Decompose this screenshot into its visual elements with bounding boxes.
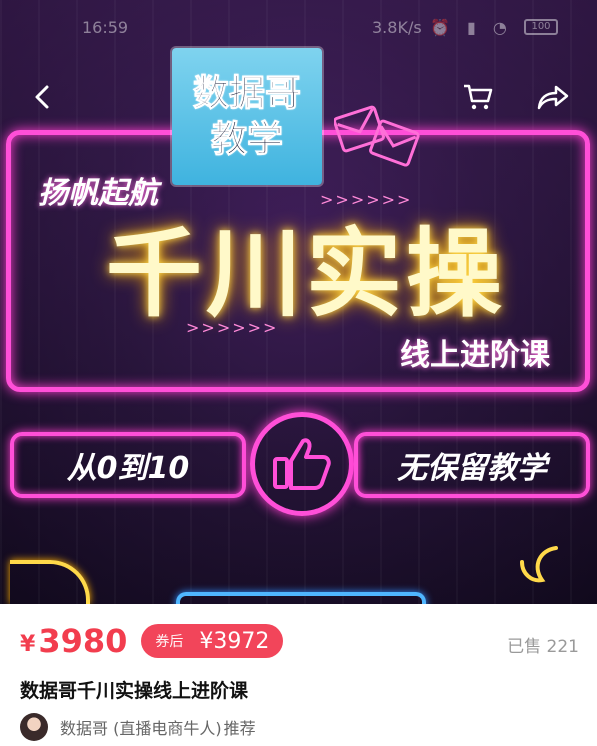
status-network-speed: 3.8K/s — [372, 18, 422, 37]
brand-logo: 数据哥 教学 — [172, 48, 322, 185]
status-bar: 16:59 3.8K/s ⏰ ▮ ◔ 100 — [0, 14, 597, 42]
logo-line-2: 教学 — [210, 118, 283, 160]
price-row: ¥ 3980 券后 ¥3972 — [20, 620, 284, 662]
battery-icon: 100 — [524, 19, 558, 35]
product-banner[interactable]: 16:59 3.8K/s ⏰ ▮ ◔ 100 数据哥 教学 扬帆起航 >>>>>… — [0, 0, 597, 604]
status-time: 16:59 — [82, 18, 129, 37]
thumbs-up-icon — [273, 438, 331, 490]
sold-count: 已售 221 — [507, 637, 579, 657]
logo-line-1: 数据哥 — [192, 72, 301, 114]
coupon-label: 券后 — [155, 634, 184, 650]
banner-pill-right: 无保留教学 — [354, 432, 590, 498]
cart-button[interactable] — [455, 74, 501, 120]
moon-icon — [520, 546, 558, 583]
back-button[interactable] — [20, 74, 66, 120]
banner-pill-left: 从0到10 — [10, 432, 246, 498]
recommender-row[interactable]: 数据哥 (直播电商牛人) 推荐 — [20, 712, 256, 742]
share-icon — [537, 85, 569, 110]
recommend-suffix: 推荐 — [223, 719, 256, 738]
banner-subtitle: 线上进阶课 — [400, 338, 550, 373]
avatar[interactable] — [20, 713, 48, 741]
thumb-badge — [250, 412, 354, 516]
chevron-left-icon — [35, 85, 49, 109]
coupon-price-badge[interactable]: 券后 ¥3972 — [141, 624, 284, 658]
product-info: ¥ 3980 券后 ¥3972 已售 221 数据哥千川实操线上进阶课 数据哥 … — [0, 604, 597, 746]
status-icons: ⏰ ▮ ◔ — [430, 18, 513, 37]
coupon-price: ¥3972 — [199, 628, 270, 654]
banner-pill-right-text: 无保留教学 — [397, 451, 547, 486]
neon-decoration-bottom — [176, 592, 426, 604]
price-currency: ¥ — [20, 631, 36, 657]
red-envelope-icon — [334, 105, 420, 167]
cart-icon — [464, 84, 493, 110]
product-title: 数据哥千川实操线上进阶课 — [20, 680, 249, 702]
banner-main-title: 千川实操 — [106, 218, 506, 330]
share-button[interactable] — [530, 74, 576, 120]
recommender-name: 数据哥 (直播电商牛人) — [60, 719, 222, 738]
price-value: 3980 — [38, 622, 128, 660]
banner-pill-left-text: 从0到10 — [66, 451, 190, 486]
banner-arrows-bottom: >>>>>> — [186, 318, 279, 337]
